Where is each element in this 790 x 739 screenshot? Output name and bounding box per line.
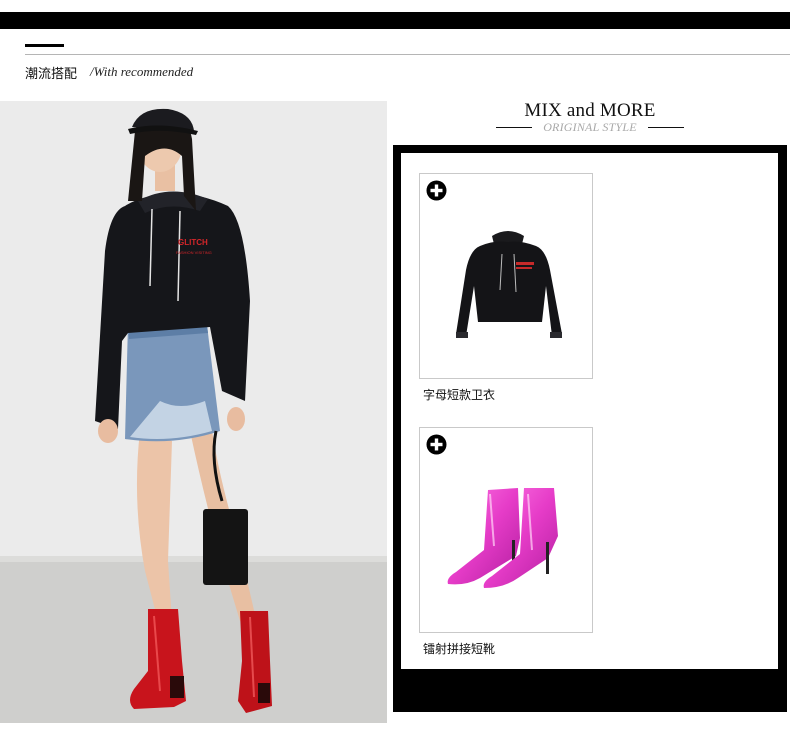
mix-subtitle: ORIGINAL STYLE [543, 120, 637, 134]
mix-subtitle-rule-right [648, 127, 684, 128]
hoodie-product-image [456, 231, 562, 338]
product-card-boots[interactable] [419, 427, 593, 633]
mix-title: MIX and MORE [524, 100, 656, 121]
model-photo: GLITCH FASHION VISITING [0, 101, 387, 723]
hoodie-print-subtext: FASHION VISITING [176, 250, 212, 255]
product-card-hoodie[interactable] [419, 173, 593, 379]
product-name-hoodie[interactable]: 字母短款卫衣 [423, 386, 495, 403]
section-title: 潮流搭配 [25, 67, 78, 82]
section-subtitle: /With recommended [90, 64, 194, 79]
product-name-boots[interactable]: 镭射拼接短靴 [423, 640, 495, 657]
hoodie-print-text: GLITCH [178, 238, 208, 247]
section-divider [25, 54, 790, 55]
plus-circle-icon[interactable] [426, 434, 447, 455]
section-accent-rule [25, 44, 64, 47]
mix-subtitle-rule-left [496, 127, 532, 128]
top-black-bar [0, 12, 790, 29]
plus-circle-icon[interactable] [426, 180, 447, 201]
boots-product-image [447, 488, 558, 588]
